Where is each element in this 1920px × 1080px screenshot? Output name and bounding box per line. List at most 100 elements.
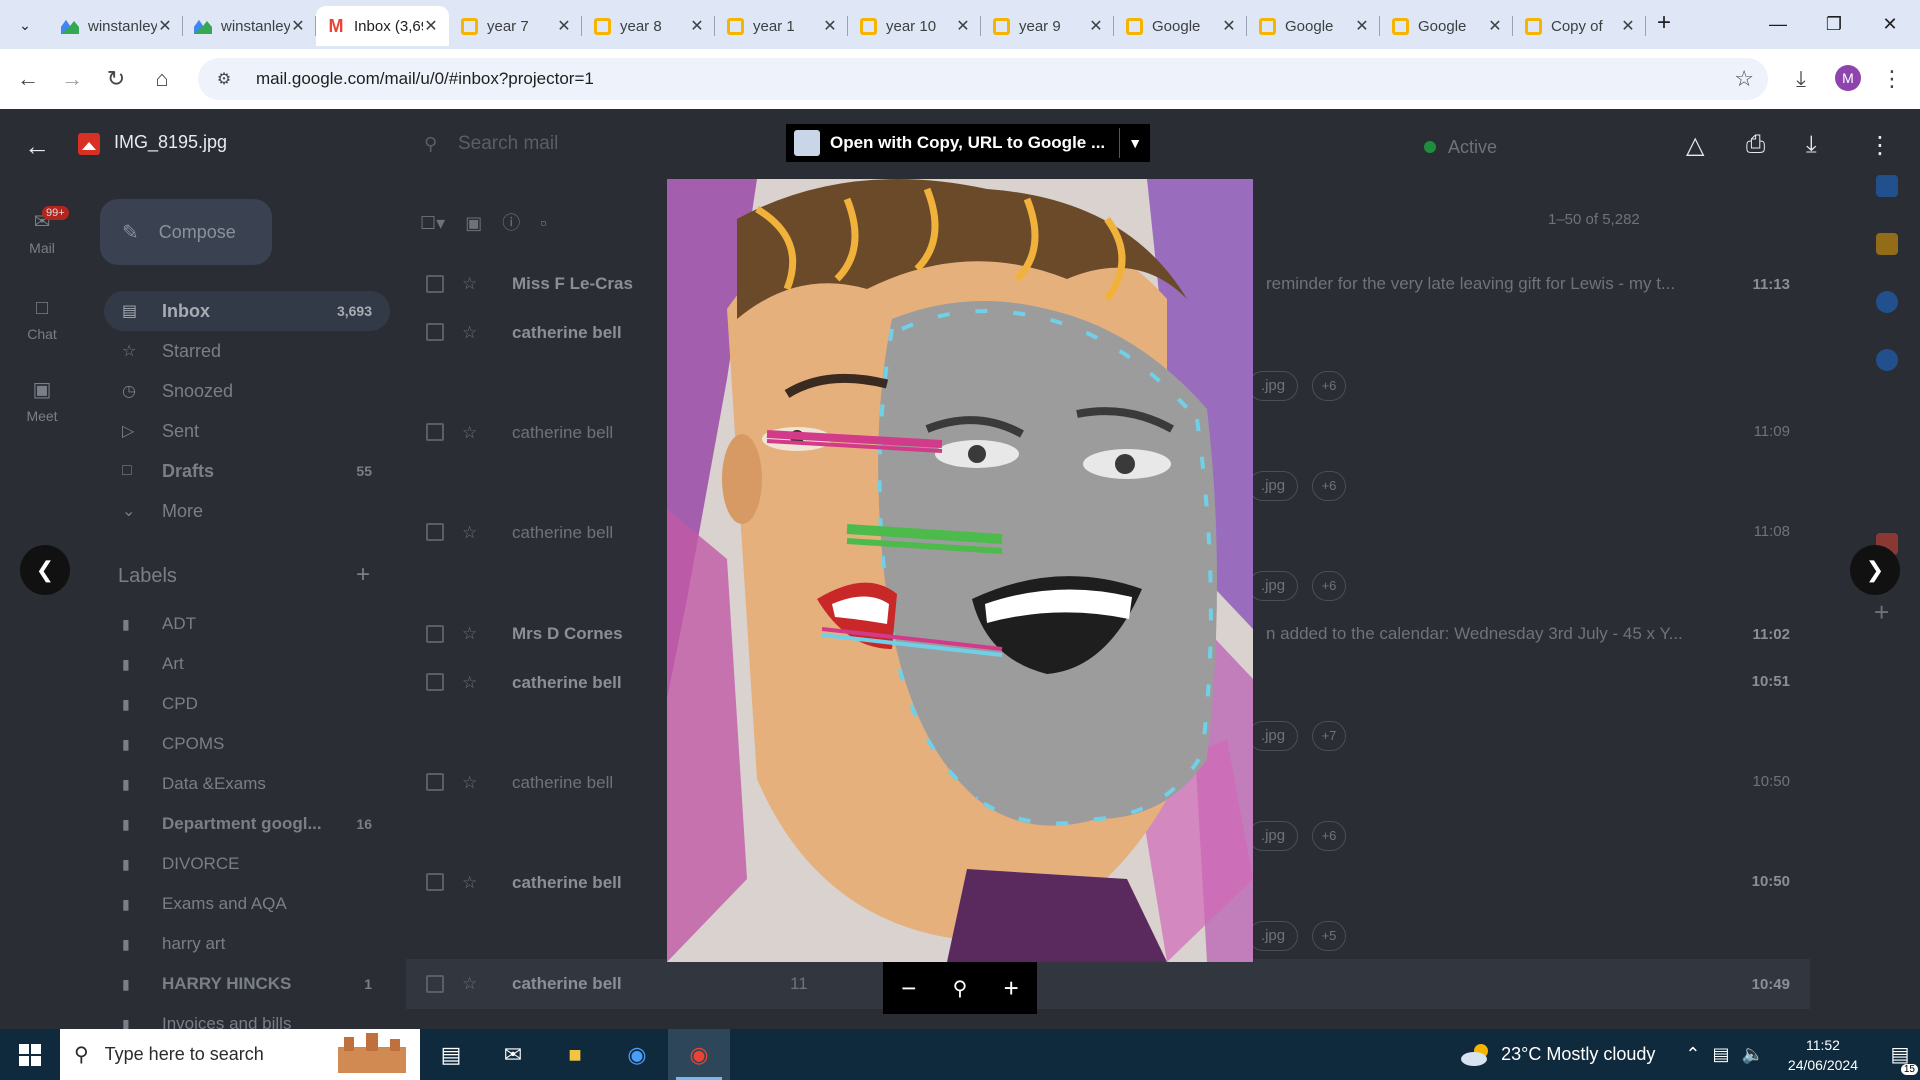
star-icon[interactable]: ☆ [462, 624, 492, 644]
tab-winstanley-2[interactable]: winstanley ✕ [183, 6, 316, 46]
label-item[interactable]: ▮ ADT [104, 604, 390, 644]
open-with-button[interactable]: Open with Copy, URL to Google ... ▼ [786, 124, 1151, 162]
magnifier-icon[interactable]: ⚲ [953, 976, 968, 1001]
row-checkbox[interactable] [426, 673, 444, 691]
tab-year-9[interactable]: year 9 ✕ [981, 6, 1114, 46]
report-icon[interactable]: ⓘ [502, 213, 520, 233]
more-options-icon[interactable]: ⋮ [1868, 131, 1892, 160]
tab-year-8[interactable]: year 8 ✕ [582, 6, 715, 46]
forward-button[interactable]: → [56, 63, 88, 95]
label-item[interactable]: ▮ DIVORCE [104, 844, 390, 884]
close-icon[interactable]: ✕ [1221, 16, 1237, 36]
label-item[interactable]: ▮ CPD [104, 684, 390, 724]
star-icon[interactable]: ☆ [462, 974, 492, 994]
keep-icon[interactable] [1876, 233, 1898, 255]
label-item[interactable]: ▮ Department googl... 16 [104, 804, 390, 844]
file-explorer-button[interactable]: ■ [544, 1029, 606, 1080]
network-icon[interactable]: ▤ [1712, 1044, 1729, 1065]
rail-meet[interactable]: ▣ Meet [0, 377, 84, 424]
tab-search-button[interactable]: ⌄ [8, 9, 42, 41]
print-icon[interactable]: ⎙ [1746, 131, 1765, 159]
delete-icon[interactable]: ▫ [540, 213, 546, 233]
attachment-chip[interactable]: .jpg [1248, 571, 1298, 601]
row-checkbox[interactable] [426, 975, 444, 993]
close-icon[interactable]: ✕ [556, 16, 572, 36]
start-button[interactable] [0, 1029, 60, 1080]
minimize-button[interactable]: — [1750, 0, 1806, 49]
tab-google-2[interactable]: Google ✕ [1247, 6, 1380, 46]
dropdown-arrow-icon[interactable]: ▼ [1120, 135, 1150, 151]
tasks-icon[interactable] [1876, 291, 1898, 313]
label-item[interactable]: ▮ Invoices and bills [104, 1004, 390, 1029]
compose-button[interactable]: ✎ Compose [100, 199, 272, 265]
row-checkbox[interactable] [426, 275, 444, 293]
close-icon[interactable]: ✕ [1487, 16, 1503, 36]
previous-image-button[interactable]: ❮ [20, 545, 70, 595]
row-checkbox[interactable] [426, 773, 444, 791]
label-item[interactable]: ▮ Art [104, 644, 390, 684]
attachment-chip[interactable]: .jpg [1248, 821, 1298, 851]
window-close-button[interactable]: ✕ [1862, 0, 1918, 49]
star-icon[interactable]: ☆ [462, 673, 492, 693]
tab-copy-of[interactable]: Copy of ✕ [1513, 6, 1646, 46]
select-all-checkbox[interactable]: ☐▾ [420, 213, 445, 233]
task-view-button[interactable]: ▤ [420, 1029, 482, 1080]
row-checkbox[interactable] [426, 523, 444, 541]
close-icon[interactable]: ✕ [689, 16, 705, 36]
attachment-chip[interactable]: .jpg [1248, 471, 1298, 501]
chevron-up-icon[interactable]: ⌃ [1685, 1044, 1700, 1065]
zoom-in-button[interactable]: + [1004, 973, 1019, 1004]
clock[interactable]: 11:52 24/06/2024 [1788, 1035, 1858, 1075]
notifications-button[interactable]: ▤ 15 [1880, 1042, 1920, 1075]
close-icon[interactable]: ✕ [1354, 16, 1370, 36]
close-icon[interactable]: ✕ [157, 16, 173, 36]
row-checkbox[interactable] [426, 873, 444, 891]
label-item[interactable]: ▮ HARRY HINCKS 1 [104, 964, 390, 1004]
close-icon[interactable]: ✕ [1620, 16, 1636, 36]
close-icon[interactable]: ✕ [290, 16, 306, 36]
attachment-chip[interactable]: .jpg [1248, 721, 1298, 751]
add-addon-icon[interactable]: + [1874, 597, 1889, 628]
row-checkbox[interactable] [426, 625, 444, 643]
close-icon[interactable]: ✕ [1088, 16, 1104, 36]
tab-google-3[interactable]: Google ✕ [1380, 6, 1513, 46]
maps-app-button[interactable]: ◉ [606, 1029, 668, 1080]
weather-text[interactable]: 23°C Mostly cloudy [1501, 1044, 1655, 1065]
row-checkbox[interactable] [426, 323, 444, 341]
add-label-button[interactable]: + [356, 561, 370, 589]
tab-year-7[interactable]: year 7 ✕ [449, 6, 582, 46]
star-icon[interactable]: ☆ [462, 873, 492, 893]
more-attachments[interactable]: +7 [1312, 721, 1346, 751]
mail-row[interactable]: ☆ catherine bell 11 10:49 [406, 959, 1810, 1009]
profile-avatar[interactable]: M [1835, 65, 1861, 91]
next-image-button[interactable]: ❯ [1850, 545, 1900, 595]
address-bar[interactable]: ⚙ mail.google.com/mail/u/0/#inbox?projec… [198, 58, 1768, 100]
label-item[interactable]: ▮ Exams and AQA [104, 884, 390, 924]
site-info-icon[interactable]: ⚙ [210, 69, 238, 89]
taskbar-search[interactable]: ⚲ Type here to search [60, 1029, 420, 1080]
star-icon[interactable]: ☆ [462, 323, 492, 343]
close-icon[interactable]: ✕ [955, 16, 971, 36]
star-icon[interactable]: ☆ [462, 423, 492, 443]
downloads-button[interactable]: ⤓ [1785, 63, 1817, 95]
label-item[interactable]: ▮ CPOMS [104, 724, 390, 764]
nav-snoozed[interactable]: ◷ Snoozed [104, 371, 390, 411]
volume-icon[interactable]: 🔈 [1742, 1044, 1764, 1065]
nav-starred[interactable]: ☆ Starred [104, 331, 390, 371]
archive-icon[interactable]: ▣ [465, 213, 482, 233]
download-icon[interactable]: ⤓ [1806, 131, 1817, 159]
star-icon[interactable]: ☆ [462, 523, 492, 543]
home-button[interactable]: ⌂ [146, 63, 178, 95]
more-attachments[interactable]: +6 [1312, 471, 1346, 501]
attachment-chip[interactable]: .jpg [1248, 921, 1298, 951]
contacts-icon[interactable] [1876, 349, 1898, 371]
reload-button[interactable]: ↻ [100, 63, 132, 95]
more-attachments[interactable]: +6 [1312, 571, 1346, 601]
add-to-drive-icon[interactable]: △ [1686, 131, 1704, 160]
zoom-out-button[interactable]: − [901, 973, 916, 1004]
row-checkbox[interactable] [426, 423, 444, 441]
chrome-app-button[interactable]: ◉ [668, 1029, 730, 1080]
rail-chat[interactable]: □ Chat [0, 297, 84, 342]
browser-menu-button[interactable]: ⋮ [1876, 63, 1908, 95]
tab-google-1[interactable]: Google ✕ [1114, 6, 1247, 46]
